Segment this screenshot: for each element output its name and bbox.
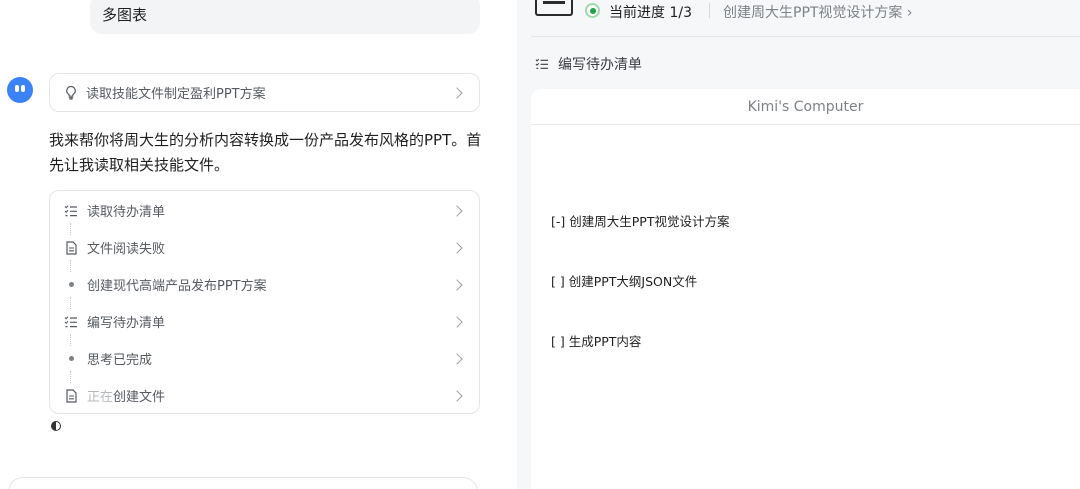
step-creating-file[interactable]: 正在创建文件 <box>50 377 479 414</box>
assistant-message: 我来帮你将周大生的分析内容转换成一份产品发布风格的PPT。首先让我读取相关技能文… <box>49 131 482 174</box>
lightbulb-icon <box>64 85 78 100</box>
loading-spinner-icon <box>51 421 61 431</box>
checklist-icon <box>64 204 78 218</box>
chevron-right-icon <box>451 278 463 291</box>
bullet-dot-icon <box>64 352 78 366</box>
bullet-dot-icon <box>64 278 78 292</box>
computer-icon <box>535 0 573 16</box>
step-list: 读取待办清单 文件阅读失败 创建现代高端产品发布PPT方案 编写待办清单 思考已… <box>49 190 480 414</box>
computer-panel: 当前进度 1/3 创建周大生PPT视觉设计方案 › 编写待办清单 Kimi's … <box>517 0 1080 489</box>
divider <box>531 36 1080 37</box>
todo-list: [-] 创建周大生PPT视觉设计方案 [ ] 创建PPT大纲JSON文件 [ ]… <box>551 172 729 392</box>
document-icon <box>64 240 78 255</box>
step-label: 创建现代高端产品发布PPT方案 <box>87 279 267 294</box>
divider <box>709 3 710 18</box>
todo-item: [ ] 创建PPT大纲JSON文件 <box>551 274 698 289</box>
skill-card-read-skill-file[interactable]: 读取技能文件制定盈利PPT方案 <box>49 73 480 112</box>
step-file-read-failed[interactable]: 文件阅读失败 <box>50 229 479 266</box>
document-icon <box>64 388 78 403</box>
step-label: 思考已完成 <box>87 353 153 368</box>
chevron-right-icon <box>451 352 463 365</box>
step-label: 正在创建文件 <box>87 390 166 405</box>
todo-item: [ ] 生成PPT内容 <box>551 334 642 349</box>
chevron-right-icon <box>451 315 463 328</box>
progress-label: 当前进度 1/3 <box>609 5 692 21</box>
user-message-text: 多图表 <box>102 6 148 24</box>
step-read-todo[interactable]: 读取待办清单 <box>50 192 479 229</box>
kimi-avatar <box>7 77 33 103</box>
chevron-right-icon <box>451 389 463 402</box>
step-thinking-done[interactable]: 思考已完成 <box>50 340 479 377</box>
user-message-bubble: 多图表 <box>90 0 480 34</box>
chat-panel: 多图表 读取技能文件制定盈利PPT方案 我来帮你将周大生的分析内容转换成一份产品… <box>0 0 517 489</box>
todo-header: 编写待办清单 <box>535 54 642 74</box>
progress-status-icon <box>585 3 600 18</box>
checklist-icon <box>64 315 78 329</box>
step-label: 编写待办清单 <box>87 316 166 331</box>
window-title: Kimi's Computer <box>531 89 1080 125</box>
chevron-right-icon <box>451 86 463 99</box>
step-label: 文件阅读失败 <box>87 242 166 257</box>
todo-item: [-] 创建周大生PPT视觉设计方案 <box>551 214 730 229</box>
step-write-todo[interactable]: 编写待办清单 <box>50 303 479 340</box>
current-task-link[interactable]: 创建周大生PPT视觉设计方案 › <box>723 2 913 22</box>
computer-screen: Kimi's Computer [-] 创建周大生PPT视觉设计方案 [ ] 创… <box>531 89 1080 489</box>
chevron-right-icon <box>451 241 463 254</box>
chat-input-box[interactable] <box>8 477 478 489</box>
step-label: 读取待办清单 <box>87 205 166 220</box>
checklist-icon <box>535 57 549 71</box>
todo-header-label: 编写待办清单 <box>558 57 642 73</box>
skill-card-label: 读取技能文件制定盈利PPT方案 <box>86 87 266 102</box>
chevron-right-icon <box>451 204 463 217</box>
step-create-ppt-plan[interactable]: 创建现代高端产品发布PPT方案 <box>50 266 479 303</box>
